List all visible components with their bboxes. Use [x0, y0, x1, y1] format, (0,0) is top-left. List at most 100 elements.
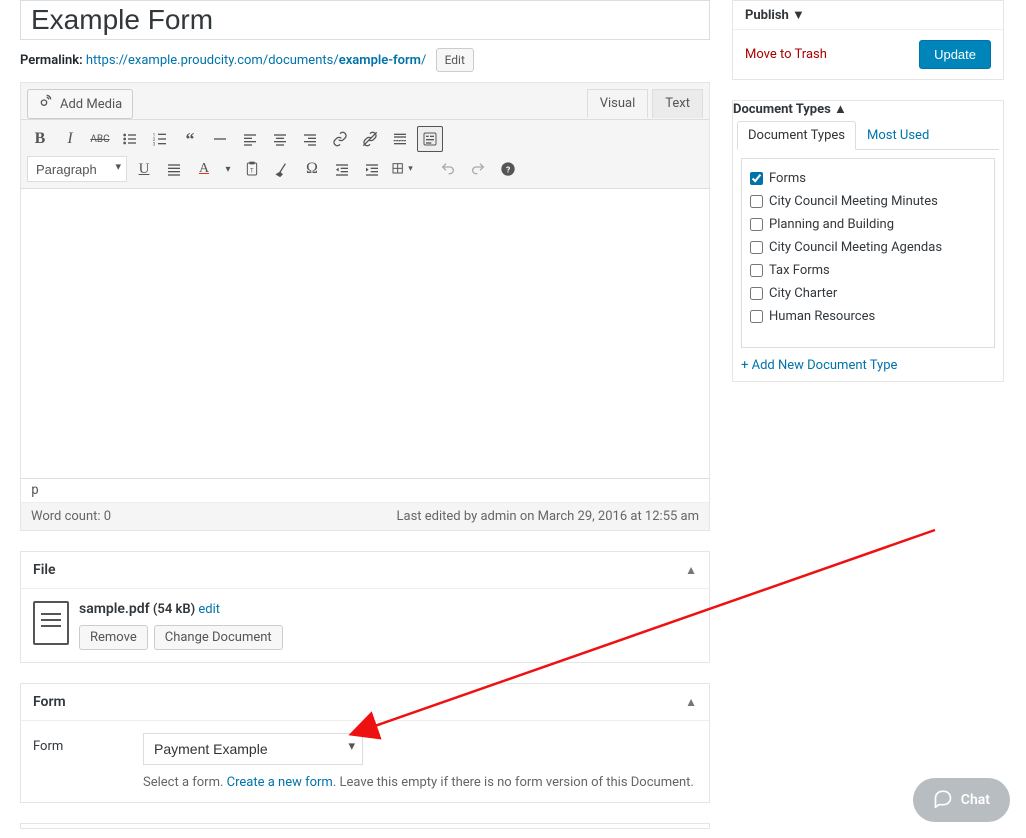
tab-most-used[interactable]: Most Used	[856, 121, 940, 150]
outdent-icon[interactable]	[329, 156, 355, 182]
document-type-label: Human Resources	[769, 309, 875, 324]
document-type-checkbox[interactable]	[750, 218, 763, 231]
form-description: Select a form. Create a new form. Leave …	[143, 775, 697, 790]
word-count: Word count: 0	[31, 509, 111, 524]
collapse-up-icon: ▲	[685, 695, 697, 709]
document-type-checkbox[interactable]	[750, 172, 763, 185]
paste-text-icon[interactable]: T	[239, 156, 265, 182]
italic-icon[interactable]: I	[57, 126, 83, 152]
editor-content[interactable]	[21, 188, 709, 478]
link-icon[interactable]	[327, 126, 353, 152]
publish-postbox-header[interactable]: Publish ▼	[733, 1, 1003, 29]
clear-formatting-icon[interactable]	[269, 156, 295, 182]
unlink-icon[interactable]	[357, 126, 383, 152]
publish-postbox: Publish ▼ Move to Trash Update	[732, 0, 1004, 80]
chat-icon	[933, 788, 953, 812]
tab-document-types[interactable]: Document Types	[737, 121, 856, 150]
document-type-label: City Council Meeting Agendas	[769, 240, 942, 255]
collapse-up-icon: ▲	[685, 563, 697, 577]
document-type-checkbox[interactable]	[750, 287, 763, 300]
redo-icon[interactable]	[465, 156, 491, 182]
document-types-header[interactable]: Document Types ▲	[733, 101, 1003, 117]
file-size: (54 kB)	[153, 602, 195, 617]
document-type-label: City Council Meeting Minutes	[769, 194, 938, 209]
collapse-up-icon: ▲	[834, 102, 847, 117]
undo-icon[interactable]	[435, 156, 461, 182]
align-right-icon[interactable]	[297, 126, 323, 152]
document-type-label: Forms	[769, 171, 806, 186]
document-type-item[interactable]: Human Resources	[748, 305, 988, 328]
readmore-icon[interactable]	[387, 126, 413, 152]
format-select-wrap[interactable]: Paragraph	[27, 156, 127, 182]
document-type-label: Planning and Building	[769, 217, 894, 232]
collapse-down-icon: ▼	[792, 8, 805, 23]
strikethrough-icon[interactable]: ABC	[87, 126, 113, 152]
document-type-item[interactable]: Forms	[748, 167, 988, 190]
document-type-item[interactable]: Planning and Building	[748, 213, 988, 236]
permalink-edit-button[interactable]: Edit	[436, 48, 474, 72]
permalink-row: Permalink: https://example.proudcity.com…	[20, 48, 710, 72]
align-left-icon[interactable]	[237, 126, 263, 152]
form-postbox-header[interactable]: Form ▲	[21, 684, 709, 721]
tab-text[interactable]: Text	[652, 89, 703, 118]
svg-text:T: T	[250, 167, 254, 174]
toolbar: B I ABC 123 “ Paragraph U	[21, 119, 709, 188]
media-icon	[38, 94, 54, 114]
form-select[interactable]: Payment Example	[143, 733, 363, 765]
underline-icon[interactable]: U	[131, 156, 157, 182]
title-input[interactable]	[20, 0, 710, 40]
document-type-item[interactable]: Tax Forms	[748, 259, 988, 282]
text-color-icon[interactable]: A	[191, 156, 217, 182]
form-field-label: Form	[33, 733, 123, 754]
document-type-checkbox[interactable]	[750, 195, 763, 208]
tab-visual[interactable]: Visual	[587, 89, 649, 118]
help-icon[interactable]: ?	[495, 156, 521, 182]
document-type-item[interactable]: City Charter	[748, 282, 988, 305]
toolbar-toggle-icon[interactable]	[417, 126, 443, 152]
permalink-url[interactable]: https://example.proudcity.com/documents/…	[86, 53, 426, 68]
indent-icon[interactable]	[359, 156, 385, 182]
editor-path: p	[21, 478, 709, 502]
document-type-item[interactable]: City Council Meeting Agendas	[748, 236, 988, 259]
table-icon[interactable]: ▾	[389, 156, 415, 182]
document-type-checkbox[interactable]	[750, 264, 763, 277]
change-document-button[interactable]: Change Document	[154, 625, 283, 650]
add-new-document-type-link[interactable]: + Add New Document Type	[741, 358, 995, 373]
chat-widget[interactable]: Chat	[913, 778, 1010, 822]
add-media-button[interactable]: Add Media	[27, 89, 133, 119]
form-postbox: Form ▲ Form Payment Example Select a for…	[20, 683, 710, 803]
document-types-list[interactable]: Forms City Council Meeting Minutes Plannin…	[741, 158, 995, 348]
update-button[interactable]: Update	[919, 40, 991, 69]
file-edit-link[interactable]: edit	[198, 602, 220, 617]
file-postbox-header[interactable]: File ▲	[21, 552, 709, 589]
create-form-link[interactable]: Create a new form	[227, 775, 333, 790]
document-type-label: Tax Forms	[769, 263, 830, 278]
empty-postbox	[20, 823, 710, 829]
file-postbox: File ▲ sample.pdf (54 kB) edit Remove Ch…	[20, 551, 710, 663]
move-to-trash-link[interactable]: Move to Trash	[745, 47, 827, 62]
file-name: sample.pdf	[79, 601, 150, 617]
document-type-checkbox[interactable]	[750, 241, 763, 254]
document-type-checkbox[interactable]	[750, 310, 763, 323]
format-select[interactable]: Paragraph	[27, 156, 127, 182]
document-types-postbox: Document Types ▲ Document Types Most Use…	[732, 100, 1004, 382]
align-justify-icon[interactable]	[161, 156, 187, 182]
svg-text:3: 3	[153, 142, 156, 147]
bullet-list-icon[interactable]	[117, 126, 143, 152]
horizontal-rule-icon[interactable]	[207, 126, 233, 152]
document-type-item[interactable]: City Council Meeting Minutes	[748, 190, 988, 213]
bold-icon[interactable]: B	[27, 126, 53, 152]
file-title-row: sample.pdf (54 kB) edit	[79, 601, 283, 617]
numbered-list-icon[interactable]: 123	[147, 126, 173, 152]
last-edited: Last edited by admin on March 29, 2016 a…	[397, 509, 700, 524]
svg-text:?: ?	[506, 165, 510, 175]
blockquote-icon[interactable]: “	[177, 126, 203, 152]
text-color-dropdown-icon[interactable]: ▾	[221, 156, 235, 182]
special-char-icon[interactable]: Ω	[299, 156, 325, 182]
permalink-label: Permalink:	[20, 53, 83, 68]
align-center-icon[interactable]	[267, 126, 293, 152]
document-icon	[33, 601, 69, 645]
document-type-label: City Charter	[769, 286, 837, 301]
editor: Add Media Visual Text B I ABC 123 “	[20, 82, 710, 531]
remove-file-button[interactable]: Remove	[79, 625, 148, 650]
